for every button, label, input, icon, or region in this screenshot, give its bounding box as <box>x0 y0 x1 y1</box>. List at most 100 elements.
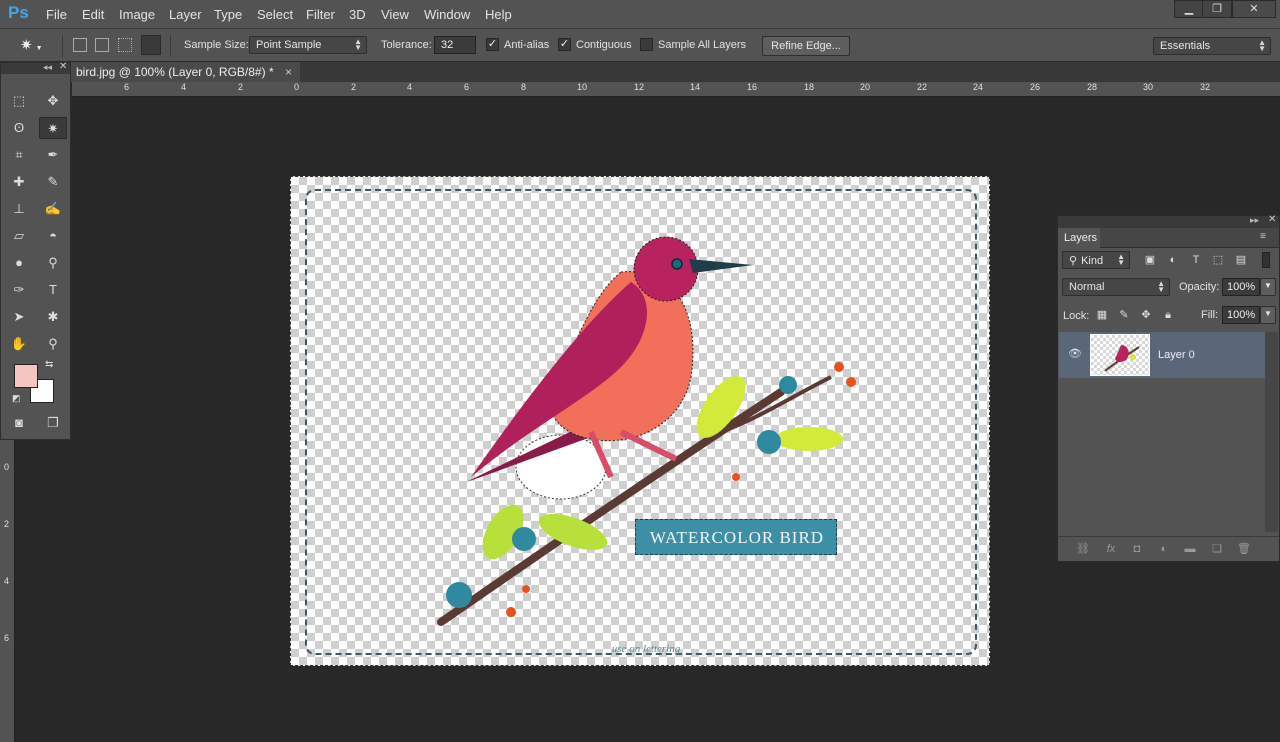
clone-stamp-tool-icon[interactable]: ⊥ <box>7 198 31 220</box>
berry-shape <box>506 607 516 617</box>
new-layer-icon[interactable]: ❏ <box>1209 541 1225 557</box>
layer-row[interactable]: 👁︎ Layer 0 <box>1059 332 1265 378</box>
tolerance-input[interactable]: 32 <box>434 36 476 54</box>
anti-alias-label: Anti-alias <box>504 39 550 51</box>
adjustment-layer-icon[interactable]: ◐ <box>1156 541 1172 557</box>
adjustment-layer-filter-icon[interactable]: ◐ <box>1165 252 1181 268</box>
restore-button[interactable]: ❐ <box>1202 0 1232 18</box>
lock-transparent-icon[interactable]: ▦ <box>1094 307 1110 323</box>
horizontal-ruler[interactable]: 6 4 2 0 2 4 6 8 10 12 14 16 18 20 22 24 … <box>72 82 1280 97</box>
tolerance-label: Tolerance: <box>381 39 432 51</box>
visibility-eye-icon[interactable]: 👁︎ <box>1068 347 1082 360</box>
default-colors-icon[interactable]: ◩ <box>12 393 21 404</box>
delete-layer-icon[interactable]: 🗑︎ <box>1236 541 1252 557</box>
ruler-label: 2 <box>4 519 10 529</box>
fill-input[interactable]: 100% <box>1222 306 1260 324</box>
add-mask-icon[interactable]: ◘ <box>1129 541 1145 557</box>
new-selection-icon[interactable] <box>73 38 87 52</box>
screen-mode-icon[interactable]: ❐ <box>41 412 65 434</box>
menu-select[interactable]: Select <box>257 7 293 22</box>
tab-layers[interactable]: Layers <box>1058 228 1100 249</box>
layers-panel-header[interactable]: ▸▸ ✕ <box>1058 214 1279 228</box>
collapse-icon[interactable]: ◂◂ <box>43 62 52 73</box>
document-tab-title: bird.jpg @ 100% (Layer 0, RGB/8#) * <box>76 65 274 79</box>
pen-tool-icon[interactable]: ✑ <box>7 279 31 301</box>
document-canvas[interactable]: WATERCOLOR BIRD use on lettering <box>290 176 990 666</box>
menu-edit[interactable]: Edit <box>82 7 104 22</box>
toolbox: ◂◂ ✕ ⬚ ✥ ʘ ✷ ⌗ ✒ ✚ ✎ ⊥ ✍ ▱ ◓ ● ⚲ ✑ T ➤ ✱… <box>0 61 71 440</box>
swap-colors-icon[interactable]: ⇆ <box>45 359 53 370</box>
menu-window[interactable]: Window <box>424 7 470 22</box>
fill-arrow-icon[interactable]: ▼ <box>1260 306 1276 324</box>
eyedropper-tool-icon[interactable]: ✒ <box>41 144 65 166</box>
new-group-icon[interactable]: ▬ <box>1182 541 1198 557</box>
type-layer-filter-icon[interactable]: T <box>1188 252 1204 268</box>
crop-tool-icon[interactable]: ⌗ <box>7 144 31 166</box>
eraser-tool-icon[interactable]: ▱ <box>7 225 31 247</box>
sample-all-layers-checkbox[interactable] <box>640 38 653 51</box>
lasso-tool-icon[interactable]: ʘ <box>7 117 31 139</box>
close-tab-icon[interactable]: × <box>285 65 292 79</box>
close-icon[interactable]: ✕ <box>1268 214 1276 225</box>
anti-alias-checkbox[interactable]: ✓ <box>486 38 499 51</box>
menu-layer[interactable]: Layer <box>169 7 202 22</box>
magic-wand-tool-icon[interactable]: ✷ <box>39 117 67 139</box>
opacity-input[interactable]: 100% <box>1222 278 1260 296</box>
toolbox-header[interactable]: ◂◂ ✕ <box>1 61 70 74</box>
panel-menu-icon[interactable]: ≡ <box>1260 231 1266 242</box>
fx-icon[interactable]: fx <box>1103 541 1119 557</box>
menu-filter[interactable]: Filter <box>306 7 335 22</box>
foreground-color-swatch[interactable] <box>14 364 38 388</box>
history-brush-tool-icon[interactable]: ✍ <box>41 198 65 220</box>
magic-wand-preset-icon[interactable]: ✷ ▼ <box>20 36 48 56</box>
pixel-layer-filter-icon[interactable]: ▣ <box>1142 252 1158 268</box>
menu-image[interactable]: Image <box>119 7 155 22</box>
brush-tool-icon[interactable]: ✎ <box>41 171 65 193</box>
menu-3d[interactable]: 3D <box>349 7 366 22</box>
menu-type[interactable]: Type <box>214 7 242 22</box>
rectangular-marquee-tool-icon[interactable]: ⬚ <box>7 90 31 112</box>
dodge-tool-icon[interactable]: ⚲ <box>41 252 65 274</box>
paint-bucket-tool-icon[interactable]: ◓ <box>41 225 65 247</box>
zoom-tool-icon[interactable]: ⚲ <box>41 333 65 355</box>
lock-image-icon[interactable]: ✎ <box>1116 307 1132 323</box>
sample-all-layers-label: Sample All Layers <box>658 39 747 51</box>
contiguous-checkbox[interactable]: ✓ <box>558 38 571 51</box>
move-tool-icon[interactable]: ✥ <box>41 90 65 112</box>
updown-arrow-icon: ▲ ▼ <box>1117 252 1125 267</box>
type-tool-icon[interactable]: T <box>41 279 65 301</box>
quick-mask-icon[interactable]: ◙ <box>7 412 31 434</box>
opacity-arrow-icon[interactable]: ▼ <box>1260 278 1276 296</box>
refine-edge-button[interactable]: Refine Edge... <box>762 36 850 56</box>
custom-shape-tool-icon[interactable]: ✱ <box>41 306 65 328</box>
close-window-button[interactable]: ✕ <box>1232 0 1276 18</box>
menu-view[interactable]: View <box>381 7 409 22</box>
link-layers-icon[interactable]: ⛓ <box>1075 541 1091 557</box>
filter-toggle-icon[interactable] <box>1262 252 1270 268</box>
sample-size-dropdown[interactable]: Point Sample ▲ ▼ <box>249 36 367 54</box>
shape-layer-filter-icon[interactable]: ⬚ <box>1210 252 1226 268</box>
ruler-label: 2 <box>238 82 244 92</box>
path-selection-tool-icon[interactable]: ➤ <box>7 306 31 328</box>
filter-kind-dropdown[interactable]: ⚲ Kind ▲ ▼ <box>1062 251 1130 269</box>
workspace-dropdown[interactable]: Essentials ▲ ▼ <box>1153 37 1271 55</box>
lock-position-icon[interactable]: ✥ <box>1138 307 1154 323</box>
smart-object-filter-icon[interactable]: ▤ <box>1233 252 1249 268</box>
subtract-from-selection-icon[interactable] <box>118 38 132 52</box>
collapse-icon[interactable]: ▸▸ <box>1250 215 1259 226</box>
document-tab[interactable]: bird.jpg @ 100% (Layer 0, RGB/8#) * × <box>68 62 300 82</box>
hand-tool-icon[interactable]: ✋ <box>7 333 31 355</box>
minimize-button[interactable]: ▁ <box>1174 0 1204 18</box>
close-icon[interactable]: ✕ <box>59 61 67 72</box>
layers-scrollbar[interactable] <box>1265 332 1278 532</box>
blend-mode-dropdown[interactable]: Normal ▲ ▼ <box>1062 278 1170 296</box>
ruler-label: 0 <box>4 462 10 472</box>
intersect-selection-icon[interactable] <box>141 35 161 55</box>
menu-help[interactable]: Help <box>485 7 512 22</box>
healing-brush-tool-icon[interactable]: ✚ <box>7 171 31 193</box>
ruler-label: 8 <box>521 82 527 92</box>
lock-all-icon[interactable]: 🔒︎ <box>1160 307 1176 323</box>
menu-file[interactable]: File <box>46 7 67 22</box>
blur-tool-icon[interactable]: ● <box>7 252 31 274</box>
add-to-selection-icon[interactable] <box>95 38 109 52</box>
